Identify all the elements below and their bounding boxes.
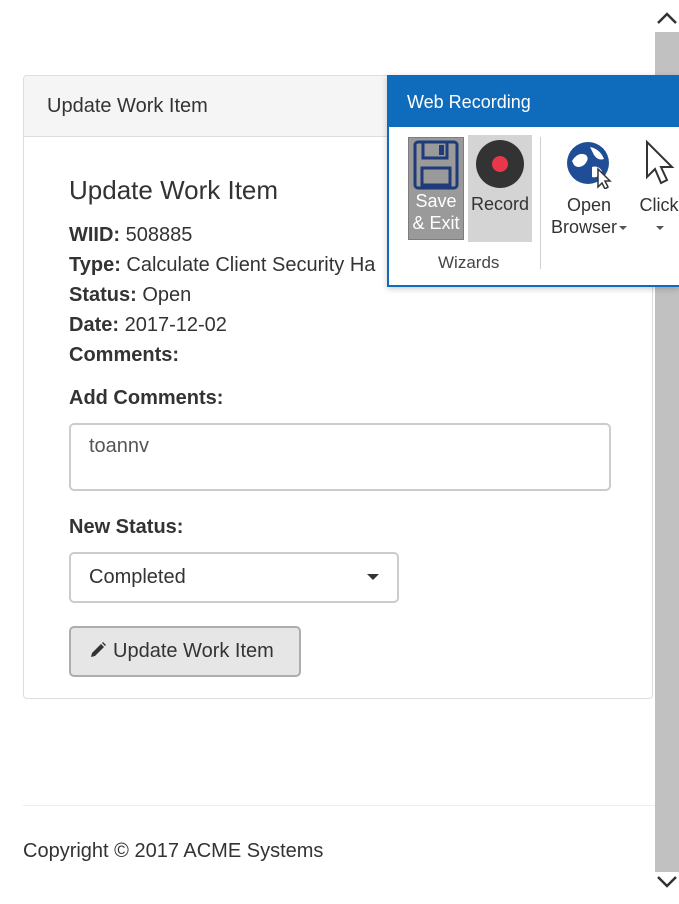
comments-label: Comments: — [69, 344, 180, 366]
save-exit-button[interactable]: Save & Exit — [408, 137, 464, 240]
globe-cursor-icon — [567, 142, 612, 189]
update-button-label: Update Work Item — [113, 640, 274, 662]
wiid-label: WIID: — [69, 224, 121, 246]
caret-down-icon — [367, 574, 379, 580]
mouse-pointer-icon — [646, 139, 675, 185]
scroll-down-arrow-icon[interactable] — [655, 872, 679, 892]
type-value: Calculate Client Security Ha — [126, 254, 376, 276]
save-exit-label-line1: Save — [415, 191, 457, 211]
save-exit-label-line2: & Exit — [412, 213, 460, 233]
new-status-value: Completed — [89, 566, 186, 588]
add-comments-textarea[interactable]: toannv — [69, 423, 611, 491]
new-status-select[interactable]: Completed — [69, 552, 399, 603]
type-row: Type: Calculate Client Security Ha — [69, 250, 375, 280]
click-dropdown — [634, 216, 679, 238]
comments-row: Comments: — [69, 340, 375, 370]
click-button[interactable]: Click — [634, 139, 679, 249]
add-comments-value: toannv — [89, 435, 150, 457]
open-browser-button[interactable]: Open Browser — [549, 139, 629, 249]
dropdown-caret-icon — [656, 226, 664, 231]
status-row: Status: Open — [69, 280, 375, 310]
status-label: Status: — [69, 284, 137, 306]
date-value: 2017-12-02 — [124, 314, 227, 336]
new-status-label: New Status: — [69, 516, 184, 538]
click-label: Click — [639, 195, 679, 215]
date-label: Date: — [69, 314, 120, 336]
record-button[interactable]: Record — [468, 135, 532, 242]
dropdown-caret-icon — [619, 226, 627, 231]
record-label: Record — [470, 194, 530, 214]
status-value: Open — [142, 284, 192, 306]
wiid-row: WIID: 508885 — [69, 220, 375, 250]
ribbon-body: Save & Exit Record Open Browser Click Wi… — [389, 127, 679, 287]
wiid-value: 508885 — [125, 224, 193, 246]
ribbon-separator — [540, 137, 541, 269]
wizards-group-label: Wizards — [438, 253, 500, 272]
floppy-disk-icon — [413, 140, 459, 190]
scroll-up-arrow-icon[interactable] — [655, 8, 679, 28]
update-work-item-button[interactable]: Update Work Item — [69, 626, 301, 677]
web-recording-ribbon: Web Recording Save & Exit Record Open Br… — [387, 75, 679, 287]
footer-copyright: Copyright © 2017 ACME Systems — [23, 840, 324, 862]
open-browser-label-line2: Browser — [549, 216, 629, 238]
footer-divider — [23, 805, 655, 806]
open-browser-label-line1: Open — [566, 195, 612, 215]
record-icon — [476, 140, 524, 188]
date-row: Date: 2017-12-02 — [69, 310, 375, 340]
type-label: Type: — [69, 254, 121, 276]
pencil-icon — [89, 630, 107, 677]
ribbon-title: Web Recording — [389, 77, 679, 127]
add-comments-label: Add Comments: — [69, 387, 224, 409]
